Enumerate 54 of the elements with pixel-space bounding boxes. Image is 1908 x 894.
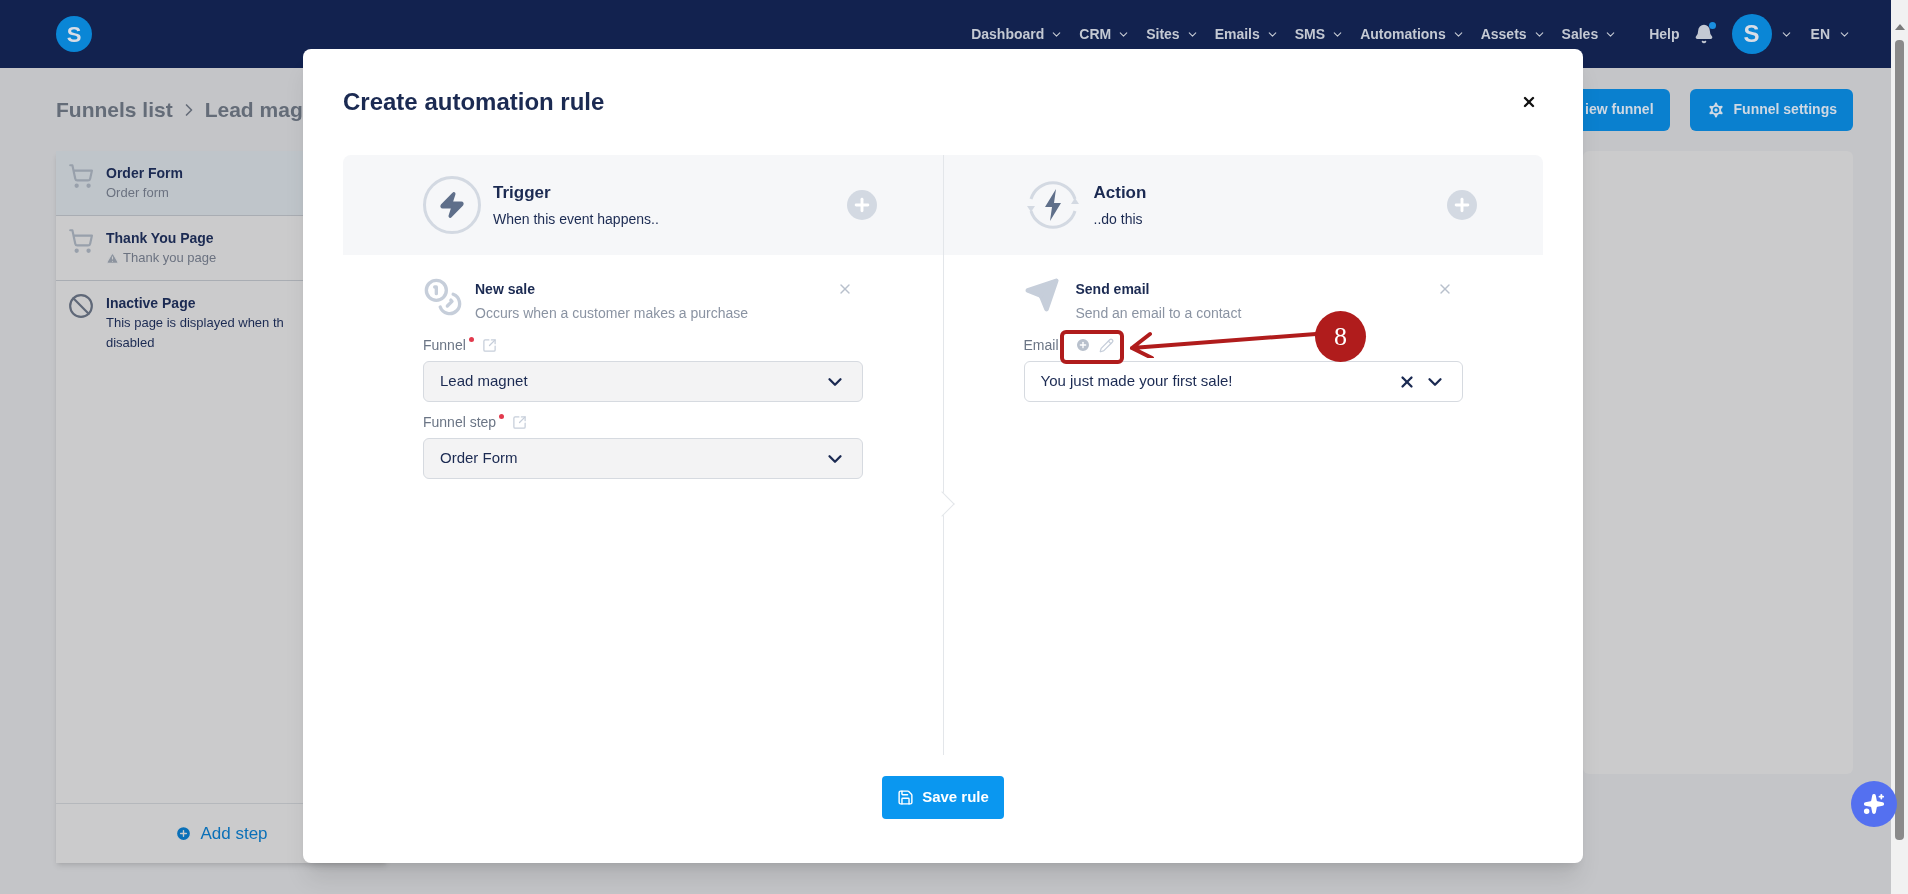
select-field[interactable]: You just made your first sale!	[1023, 361, 1463, 402]
item-description: Send an email to a contact	[1075, 304, 1243, 323]
modal-title: Create automation rule	[343, 87, 606, 117]
nav-menu-item[interactable]: Dashboard	[971, 23, 1064, 45]
field-label: Funnel	[423, 334, 474, 356]
step-title: Thank You Page	[106, 229, 215, 248]
help-link[interactable]: Help	[1649, 23, 1680, 45]
column-subtitle: When this event happens..	[493, 210, 660, 230]
external-link-icon[interactable]	[512, 414, 528, 430]
column-title: Action	[1093, 181, 1148, 204]
breadcrumb-current: Lead mag	[204, 96, 303, 123]
field-label: Email	[1023, 335, 1059, 355]
save-icon	[897, 789, 915, 806]
select-field[interactable]: Lead magnet	[423, 361, 863, 402]
nav-menu-item[interactable]: Sales	[1561, 23, 1618, 45]
nav-menu-item[interactable]: Sites	[1146, 23, 1199, 45]
cart-icon	[68, 163, 94, 189]
bell-icon[interactable]	[1693, 24, 1714, 44]
plus-icon	[1452, 195, 1472, 215]
external-link-icon[interactable]	[481, 337, 497, 353]
add-button[interactable]	[846, 190, 877, 220]
nav-menu-item[interactable]: SMS	[1294, 23, 1345, 45]
language-menu[interactable]: EN	[1810, 23, 1851, 45]
nav-menu-item[interactable]: Automations	[1360, 23, 1465, 45]
close-icon[interactable]	[1521, 94, 1537, 110]
paper-plane-icon	[1023, 277, 1060, 313]
step-description: This page is displayed when th	[106, 314, 284, 332]
nav-menu-item[interactable]: Assets	[1480, 23, 1546, 45]
add-icon[interactable]	[1074, 337, 1091, 353]
lightning-icon	[423, 176, 481, 234]
item-title: Send email	[1075, 280, 1151, 299]
item-title: New sale	[475, 280, 536, 299]
add-button[interactable]	[1447, 190, 1477, 220]
step-title: Inactive Page	[106, 294, 197, 313]
ai-assistant-button[interactable]	[1851, 781, 1897, 827]
coins-icon	[423, 277, 463, 317]
column-title: Trigger	[493, 181, 552, 204]
step-description: disabled	[106, 334, 155, 352]
item-description: Occurs when a customer makes a purchase	[475, 304, 750, 323]
step-description: Thank you page	[123, 249, 217, 267]
nav-menu-item[interactable]: Emails	[1214, 23, 1279, 45]
funnel-step[interactable]: Inactive Page This page is displayed when th disabled	[56, 281, 387, 365]
highlight-frame	[1060, 330, 1124, 364]
plus-circle-icon	[175, 825, 193, 842]
step-description: Order form	[106, 184, 169, 202]
nav-menu-item[interactable]: CRM	[1079, 23, 1131, 45]
select-field[interactable]: Order Form	[423, 438, 863, 479]
blocked-icon	[68, 293, 94, 319]
step-title: Order Form	[106, 164, 183, 183]
column-subtitle: ..do this	[1093, 210, 1144, 230]
edit-icon[interactable]	[1098, 337, 1114, 353]
scrollbar[interactable]	[1891, 0, 1908, 894]
field-label: Funnel step	[423, 411, 505, 433]
sparkles-icon	[1863, 793, 1885, 815]
